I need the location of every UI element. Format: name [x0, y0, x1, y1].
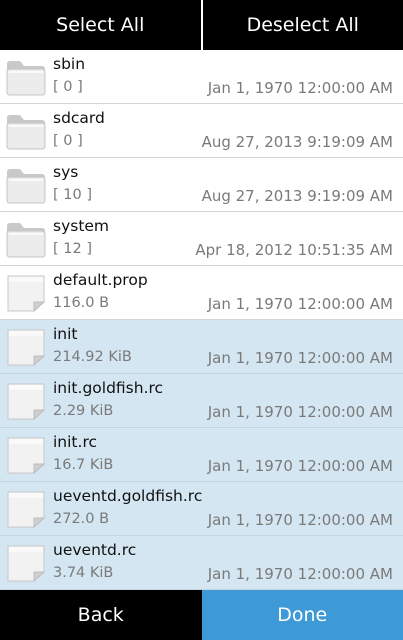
bottom-action-bar: Back Done [0, 590, 403, 640]
file-date: Aug 27, 2013 9:19:09 AM [201, 187, 393, 205]
select-all-button[interactable]: Select All [0, 0, 201, 50]
file-row[interactable]: system [ 12 ] Apr 18, 2012 10:51:35 AM [0, 212, 403, 266]
file-row[interactable]: ueventd.goldfish.rc 272.0 B Jan 1, 1970 12… [0, 482, 403, 536]
file-icon [6, 490, 46, 529]
file-list: sbin [ 0 ] Jan 1, 1970 12:00:00 AM sdcard [ … [0, 50, 403, 590]
file-row[interactable]: init.goldfish.rc 2.29 KiB Jan 1, 1970 12:0… [0, 374, 403, 428]
file-row[interactable]: sys [ 10 ] Aug 27, 2013 9:19:09 AM [0, 158, 403, 212]
file-icon [6, 328, 46, 367]
done-button[interactable]: Done [201, 590, 403, 640]
file-icon [6, 274, 46, 313]
file-date: Apr 18, 2012 10:51:35 AM [195, 241, 393, 259]
top-action-bar: Select All Deselect All [0, 0, 403, 50]
file-row[interactable]: default.prop 116.0 B Jan 1, 1970 12:00:00 … [0, 266, 403, 320]
deselect-all-button[interactable]: Deselect All [200, 0, 403, 50]
file-size: [ 12 ] [53, 241, 92, 257]
file-date: Aug 27, 2013 9:19:09 AM [201, 133, 393, 151]
file-date: Jan 1, 1970 12:00:00 AM [207, 79, 393, 97]
file-date: Jan 1, 1970 12:00:00 AM [207, 349, 393, 367]
file-size: 214.92 KiB [53, 349, 132, 365]
file-date: Jan 1, 1970 12:00:00 AM [207, 295, 393, 313]
file-name: default.prop [53, 271, 148, 289]
file-name: sdcard [53, 109, 105, 127]
file-row[interactable]: ueventd.rc 3.74 KiB Jan 1, 1970 12:00:00 A… [0, 536, 403, 590]
file-name: ueventd.rc [53, 541, 137, 559]
back-button[interactable]: Back [0, 590, 202, 640]
file-name: sbin [53, 55, 86, 73]
file-row[interactable]: sbin [ 0 ] Jan 1, 1970 12:00:00 AM [0, 50, 403, 104]
file-size: [ 10 ] [53, 187, 92, 203]
file-name: init.goldfish.rc [53, 379, 164, 397]
file-icon [6, 544, 46, 583]
file-row[interactable]: sdcard [ 0 ] Aug 27, 2013 9:19:09 AM [0, 104, 403, 158]
folder-icon [6, 220, 46, 258]
file-name: init [53, 325, 78, 343]
file-name: sys [53, 163, 79, 181]
file-icon [6, 436, 46, 475]
folder-icon [6, 58, 46, 96]
file-size: 116.0 B [53, 295, 110, 311]
file-size: [ 0 ] [53, 79, 83, 95]
file-size: 3.74 KiB [53, 565, 114, 581]
folder-icon [6, 112, 46, 150]
file-date: Jan 1, 1970 12:00:00 AM [207, 565, 393, 583]
file-row[interactable]: init.rc 16.7 KiB Jan 1, 1970 12:00:00 AM [0, 428, 403, 482]
file-size: 272.0 B [53, 511, 110, 527]
file-icon [6, 382, 46, 421]
file-name: system [53, 217, 110, 235]
file-date: Jan 1, 1970 12:00:00 AM [207, 457, 393, 475]
file-size: 2.29 KiB [53, 403, 114, 419]
file-name: ueventd.goldfish.rc [53, 487, 203, 505]
file-size: 16.7 KiB [53, 457, 114, 473]
file-date: Jan 1, 1970 12:00:00 AM [207, 403, 393, 421]
file-date: Jan 1, 1970 12:00:00 AM [207, 511, 393, 529]
file-name: init.rc [53, 433, 97, 451]
file-row[interactable]: init 214.92 KiB Jan 1, 1970 12:00:00 AM [0, 320, 403, 374]
file-size: [ 0 ] [53, 133, 83, 149]
folder-icon [6, 166, 46, 204]
